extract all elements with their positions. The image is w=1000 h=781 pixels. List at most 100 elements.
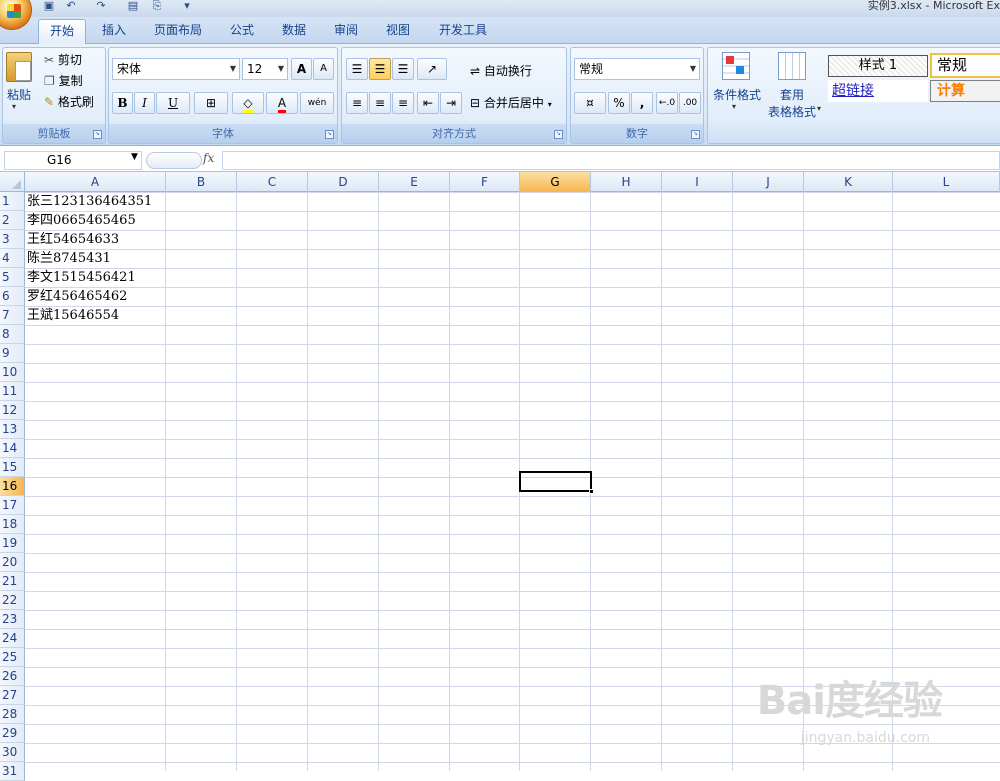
conditional-format-icon[interactable] (722, 52, 750, 80)
tab-formulas[interactable]: 公式 (222, 19, 262, 44)
cell-A2[interactable]: 李四0665465465 (27, 211, 136, 230)
font-name-combo[interactable]: 宋体 ▼ (112, 58, 240, 80)
column-header-K[interactable]: K (804, 172, 893, 192)
row-header-24[interactable]: 24 (0, 629, 25, 648)
repeat-icon[interactable]: ⎘ (150, 0, 164, 12)
align-bottom-button[interactable]: ☰ (392, 58, 414, 80)
italic-button[interactable]: I (134, 92, 155, 114)
cell-A6[interactable]: 罗红456465462 (27, 287, 127, 306)
font-launcher-icon[interactable]: ↘ (325, 130, 334, 139)
tab-page-layout[interactable]: 页面布局 (146, 19, 210, 44)
merge-center-button[interactable]: ⊟ 合并后居中 ▾ (470, 94, 552, 111)
column-header-I[interactable]: I (662, 172, 733, 192)
row-header-18[interactable]: 18 (0, 515, 25, 534)
tab-view[interactable]: 视图 (378, 19, 418, 44)
column-header-E[interactable]: E (379, 172, 450, 192)
row-header-25[interactable]: 25 (0, 648, 25, 667)
align-left-button[interactable]: ≡ (346, 92, 368, 114)
row-header-20[interactable]: 20 (0, 553, 25, 572)
row-header-5[interactable]: 5 (0, 268, 25, 287)
number-launcher-icon[interactable]: ↘ (691, 130, 700, 139)
wrap-text-button[interactable]: ⇌ 自动换行 (470, 62, 532, 79)
orientation-button[interactable]: ↗ (417, 58, 447, 80)
customize-qat-icon[interactable]: ▾ (180, 0, 194, 12)
bold-button[interactable]: B (112, 92, 133, 114)
tab-developer[interactable]: 开发工具 (432, 19, 494, 44)
column-header-J[interactable]: J (733, 172, 804, 192)
row-header-17[interactable]: 17 (0, 496, 25, 515)
table-format-button-line2[interactable]: 表格格式 (764, 103, 820, 120)
clipboard-launcher-icon[interactable]: ↘ (93, 130, 102, 139)
row-header-14[interactable]: 14 (0, 439, 25, 458)
row-header-2[interactable]: 2 (0, 211, 25, 230)
row-header-29[interactable]: 29 (0, 724, 25, 743)
row-header-6[interactable]: 6 (0, 287, 25, 306)
decrease-indent-button[interactable]: ⇤ (417, 92, 439, 114)
align-middle-button[interactable]: ☰ (369, 58, 391, 80)
align-center-button[interactable]: ≡ (369, 92, 391, 114)
borders-button[interactable]: ⊞ (194, 92, 228, 114)
row-header-11[interactable]: 11 (0, 382, 25, 401)
chevron-down-icon[interactable]: ▾ (817, 104, 821, 113)
row-header-30[interactable]: 30 (0, 743, 25, 762)
active-cell-G16[interactable] (519, 471, 592, 492)
format-painter-button[interactable]: ✎ 格式刷 (44, 93, 94, 110)
number-format-combo[interactable]: 常规 ▼ (574, 58, 700, 80)
column-header-B[interactable]: B (166, 172, 237, 192)
row-header-23[interactable]: 23 (0, 610, 25, 629)
underline-button[interactable]: U (156, 92, 190, 114)
cell-A3[interactable]: 王红54654633 (27, 230, 119, 249)
tab-review[interactable]: 审阅 (326, 19, 366, 44)
cut-button[interactable]: ✂ 剪切 (44, 51, 82, 68)
font-size-combo[interactable]: 12 ▼ (242, 58, 288, 80)
row-header-10[interactable]: 10 (0, 363, 25, 382)
phonetic-button[interactable]: wén (300, 92, 334, 114)
select-all-corner[interactable] (0, 172, 25, 192)
grow-font-button[interactable]: A (291, 58, 312, 80)
increase-decimal-button[interactable]: ←.0 (656, 92, 678, 114)
table-format-button-line1[interactable]: 套用 (770, 86, 814, 103)
fill-color-button[interactable]: ◇ (232, 92, 264, 114)
column-header-G[interactable]: G (520, 172, 591, 192)
row-header-1[interactable]: 1 (0, 192, 25, 211)
style-1-cell[interactable]: 样式 1 (828, 55, 928, 77)
shrink-font-button[interactable]: A (313, 58, 334, 80)
column-header-C[interactable]: C (237, 172, 308, 192)
insert-function-icon[interactable]: fx (203, 151, 214, 165)
normal-style-cell[interactable]: 常规 (930, 53, 1000, 78)
table-format-icon[interactable] (778, 52, 806, 80)
undo-icon[interactable]: ↶ (64, 0, 78, 12)
row-header-19[interactable]: 19 (0, 534, 25, 553)
redo-icon[interactable]: ↷ (94, 0, 108, 12)
column-header-D[interactable]: D (308, 172, 379, 192)
print-preview-icon[interactable]: ▤ (126, 0, 140, 12)
name-box-dropdown-icon[interactable]: ▼ (131, 152, 138, 162)
percent-button[interactable]: % (608, 92, 630, 114)
formula-input[interactable] (222, 151, 1000, 170)
align-top-button[interactable]: ☰ (346, 58, 368, 80)
font-color-button[interactable]: A (266, 92, 298, 114)
row-header-12[interactable]: 12 (0, 401, 25, 420)
paste-icon[interactable] (6, 52, 32, 82)
column-header-A[interactable]: A (25, 172, 166, 192)
comma-button[interactable]: , (631, 92, 653, 114)
tab-insert[interactable]: 插入 (92, 19, 136, 44)
column-header-F[interactable]: F (450, 172, 520, 192)
row-header-31[interactable]: 31 (0, 762, 25, 781)
cell-A5[interactable]: 李文1515456421 (27, 268, 136, 287)
row-header-13[interactable]: 13 (0, 420, 25, 439)
row-header-21[interactable]: 21 (0, 572, 25, 591)
row-header-27[interactable]: 27 (0, 686, 25, 705)
row-header-3[interactable]: 3 (0, 230, 25, 249)
hyperlink-style-cell[interactable]: 超链接 (828, 80, 928, 102)
decrease-decimal-button[interactable]: .00 (679, 92, 701, 114)
paste-dropdown-icon[interactable]: ▾ (12, 102, 16, 111)
chevron-down-icon[interactable]: ▾ (732, 102, 736, 111)
row-header-8[interactable]: 8 (0, 325, 25, 344)
name-box[interactable]: G16 (4, 151, 142, 170)
row-header-28[interactable]: 28 (0, 705, 25, 724)
row-header-9[interactable]: 9 (0, 344, 25, 363)
formula-bar-splitter[interactable] (146, 152, 202, 169)
tab-home[interactable]: 开始 (38, 19, 86, 45)
alignment-launcher-icon[interactable]: ↘ (554, 130, 563, 139)
